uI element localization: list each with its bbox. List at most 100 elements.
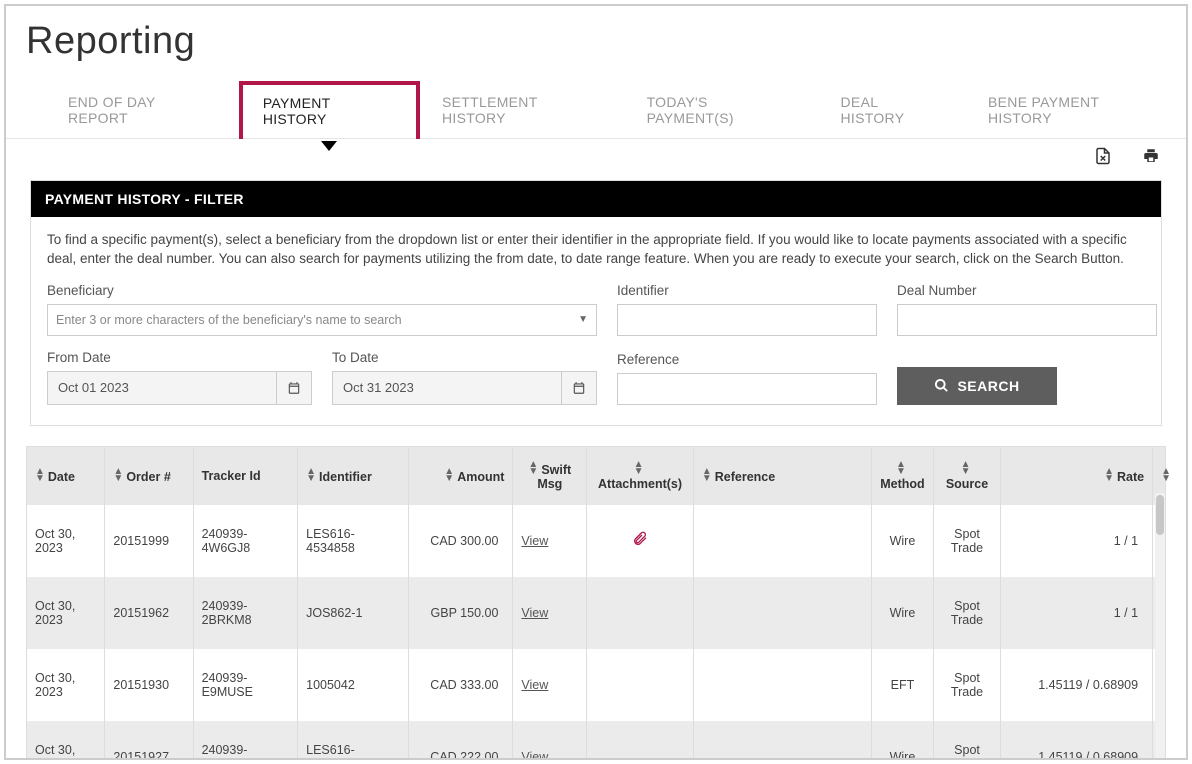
cell-date: Oct 30, 2023: [27, 649, 105, 721]
table-row: Oct 30, 202320151962240939-2BRKM8JOS862-…: [27, 577, 1165, 649]
view-swift-link[interactable]: View: [521, 750, 548, 760]
cell-swift: View: [513, 649, 587, 721]
beneficiary-placeholder: Enter 3 or more characters of the benefi…: [56, 313, 402, 327]
cell-reference: [693, 505, 871, 577]
cell-attachment: [587, 505, 694, 577]
cell-method: Wire: [872, 721, 934, 760]
table-row: Oct 30, 202320151930240939-E9MUSE1005042…: [27, 649, 1165, 721]
to-date-input[interactable]: [332, 371, 561, 405]
cell-date: Oct 30, 2023: [27, 577, 105, 649]
col-date[interactable]: ▲▼Date: [27, 447, 105, 505]
tab-settlement-history[interactable]: SETTLEMENT HISTORY: [420, 82, 625, 138]
cell-tracker: 240939-2BRKM8: [193, 577, 298, 649]
cell-source: Spot Trade: [933, 505, 1001, 577]
cell-identifier: 1005042: [298, 649, 409, 721]
beneficiary-select[interactable]: Enter 3 or more characters of the benefi…: [47, 304, 597, 336]
cell-tracker: 240939-9FQRUC: [193, 721, 298, 760]
report-tabs: END OF DAY REPORT PAYMENT HISTORY SETTLE…: [6, 81, 1186, 139]
col-amount[interactable]: ▲▼Amount: [408, 447, 513, 505]
cell-swift: View: [513, 577, 587, 649]
cell-reference: [693, 649, 871, 721]
cell-attachment: [587, 721, 694, 760]
to-date-picker-button[interactable]: [561, 371, 597, 405]
cell-identifier: LES616-4534858: [298, 505, 409, 577]
cell-rate: 1 / 1: [1001, 577, 1153, 649]
cell-reference: [693, 721, 871, 760]
col-swift[interactable]: ▲▼Swift Msg: [513, 447, 587, 505]
tab-todays-payments[interactable]: TODAY'S PAYMENT(S): [625, 82, 819, 138]
cell-order: 20151999: [105, 505, 193, 577]
cell-source: Spot Trade: [933, 721, 1001, 760]
identifier-label: Identifier: [617, 283, 877, 298]
tab-end-of-day[interactable]: END OF DAY REPORT: [46, 82, 239, 138]
cell-reference: [693, 577, 871, 649]
calendar-icon: [572, 381, 586, 395]
filter-panel: PAYMENT HISTORY - FILTER To find a speci…: [30, 180, 1162, 426]
deal-number-input[interactable]: [897, 304, 1157, 336]
cell-method: EFT: [872, 649, 934, 721]
tab-bene-payment-history[interactable]: BENE PAYMENT HISTORY: [966, 82, 1186, 138]
print-icon[interactable]: [1142, 147, 1160, 168]
cell-identifier: LES616-4534858: [298, 721, 409, 760]
export-excel-icon[interactable]: [1094, 147, 1112, 168]
deal-number-label: Deal Number: [897, 283, 1157, 298]
cell-swift: View: [513, 505, 587, 577]
filter-header: PAYMENT HISTORY - FILTER: [31, 181, 1161, 217]
cell-attachment: [587, 649, 694, 721]
search-button[interactable]: SEARCH: [897, 367, 1057, 405]
search-icon: [934, 378, 949, 393]
cell-source: Spot Trade: [933, 577, 1001, 649]
calendar-icon: [287, 381, 301, 395]
cell-order: 20151930: [105, 649, 193, 721]
cell-tracker: 240939-4W6GJ8: [193, 505, 298, 577]
col-reference[interactable]: ▲▼Reference: [693, 447, 871, 505]
col-attachments[interactable]: ▲▼Attachment(s): [587, 447, 694, 505]
cell-rate: 1.45119 / 0.68909: [1001, 721, 1153, 760]
from-date-label: From Date: [47, 350, 312, 365]
col-method[interactable]: ▲▼Method: [872, 447, 934, 505]
cell-amount: GBP 150.00: [408, 577, 513, 649]
reference-input[interactable]: [617, 373, 877, 405]
cell-date: Oct 30, 2023: [27, 721, 105, 760]
cell-amount: CAD 300.00: [408, 505, 513, 577]
table-scrollbar[interactable]: [1155, 493, 1165, 760]
scrollbar-thumb[interactable]: [1156, 495, 1164, 535]
results-table: ▲▼Date ▲▼Order # Tracker Id ▲▼Identifier…: [27, 447, 1165, 760]
cell-source: Spot Trade: [933, 649, 1001, 721]
cell-amount: CAD 222.00: [408, 721, 513, 760]
filter-instructions: To find a specific payment(s), select a …: [47, 231, 1145, 269]
chevron-down-icon: ▼: [578, 314, 588, 325]
tab-payment-history[interactable]: PAYMENT HISTORY: [239, 81, 420, 139]
page-title: Reporting: [6, 6, 1186, 81]
col-rate[interactable]: ▲▼Rate: [1001, 447, 1153, 505]
cell-identifier: JOS862-1: [298, 577, 409, 649]
cell-method: Wire: [872, 577, 934, 649]
col-tracker[interactable]: Tracker Id: [193, 447, 298, 505]
cell-rate: 1.45119 / 0.68909: [1001, 649, 1153, 721]
cell-method: Wire: [872, 505, 934, 577]
to-date-label: To Date: [332, 350, 597, 365]
view-swift-link[interactable]: View: [521, 606, 548, 620]
identifier-input[interactable]: [617, 304, 877, 336]
cell-tracker: 240939-E9MUSE: [193, 649, 298, 721]
search-button-label: SEARCH: [957, 378, 1019, 394]
table-row: Oct 30, 202320151999240939-4W6GJ8LES616-…: [27, 505, 1165, 577]
attachment-icon[interactable]: [632, 536, 648, 550]
col-order[interactable]: ▲▼Order #: [105, 447, 193, 505]
table-row: Oct 30, 202320151927240939-9FQRUCLES616-…: [27, 721, 1165, 760]
col-identifier[interactable]: ▲▼Identifier: [298, 447, 409, 505]
cell-attachment: [587, 577, 694, 649]
view-swift-link[interactable]: View: [521, 678, 548, 692]
reference-label: Reference: [617, 352, 877, 367]
view-swift-link[interactable]: View: [521, 534, 548, 548]
col-source[interactable]: ▲▼Source: [933, 447, 1001, 505]
cell-amount: CAD 333.00: [408, 649, 513, 721]
from-date-picker-button[interactable]: [276, 371, 312, 405]
cell-date: Oct 30, 2023: [27, 505, 105, 577]
cell-swift: View: [513, 721, 587, 760]
beneficiary-label: Beneficiary: [47, 283, 597, 298]
from-date-input[interactable]: [47, 371, 276, 405]
cell-order: 20151962: [105, 577, 193, 649]
tab-deal-history[interactable]: DEAL HISTORY: [819, 82, 967, 138]
cell-rate: 1 / 1: [1001, 505, 1153, 577]
